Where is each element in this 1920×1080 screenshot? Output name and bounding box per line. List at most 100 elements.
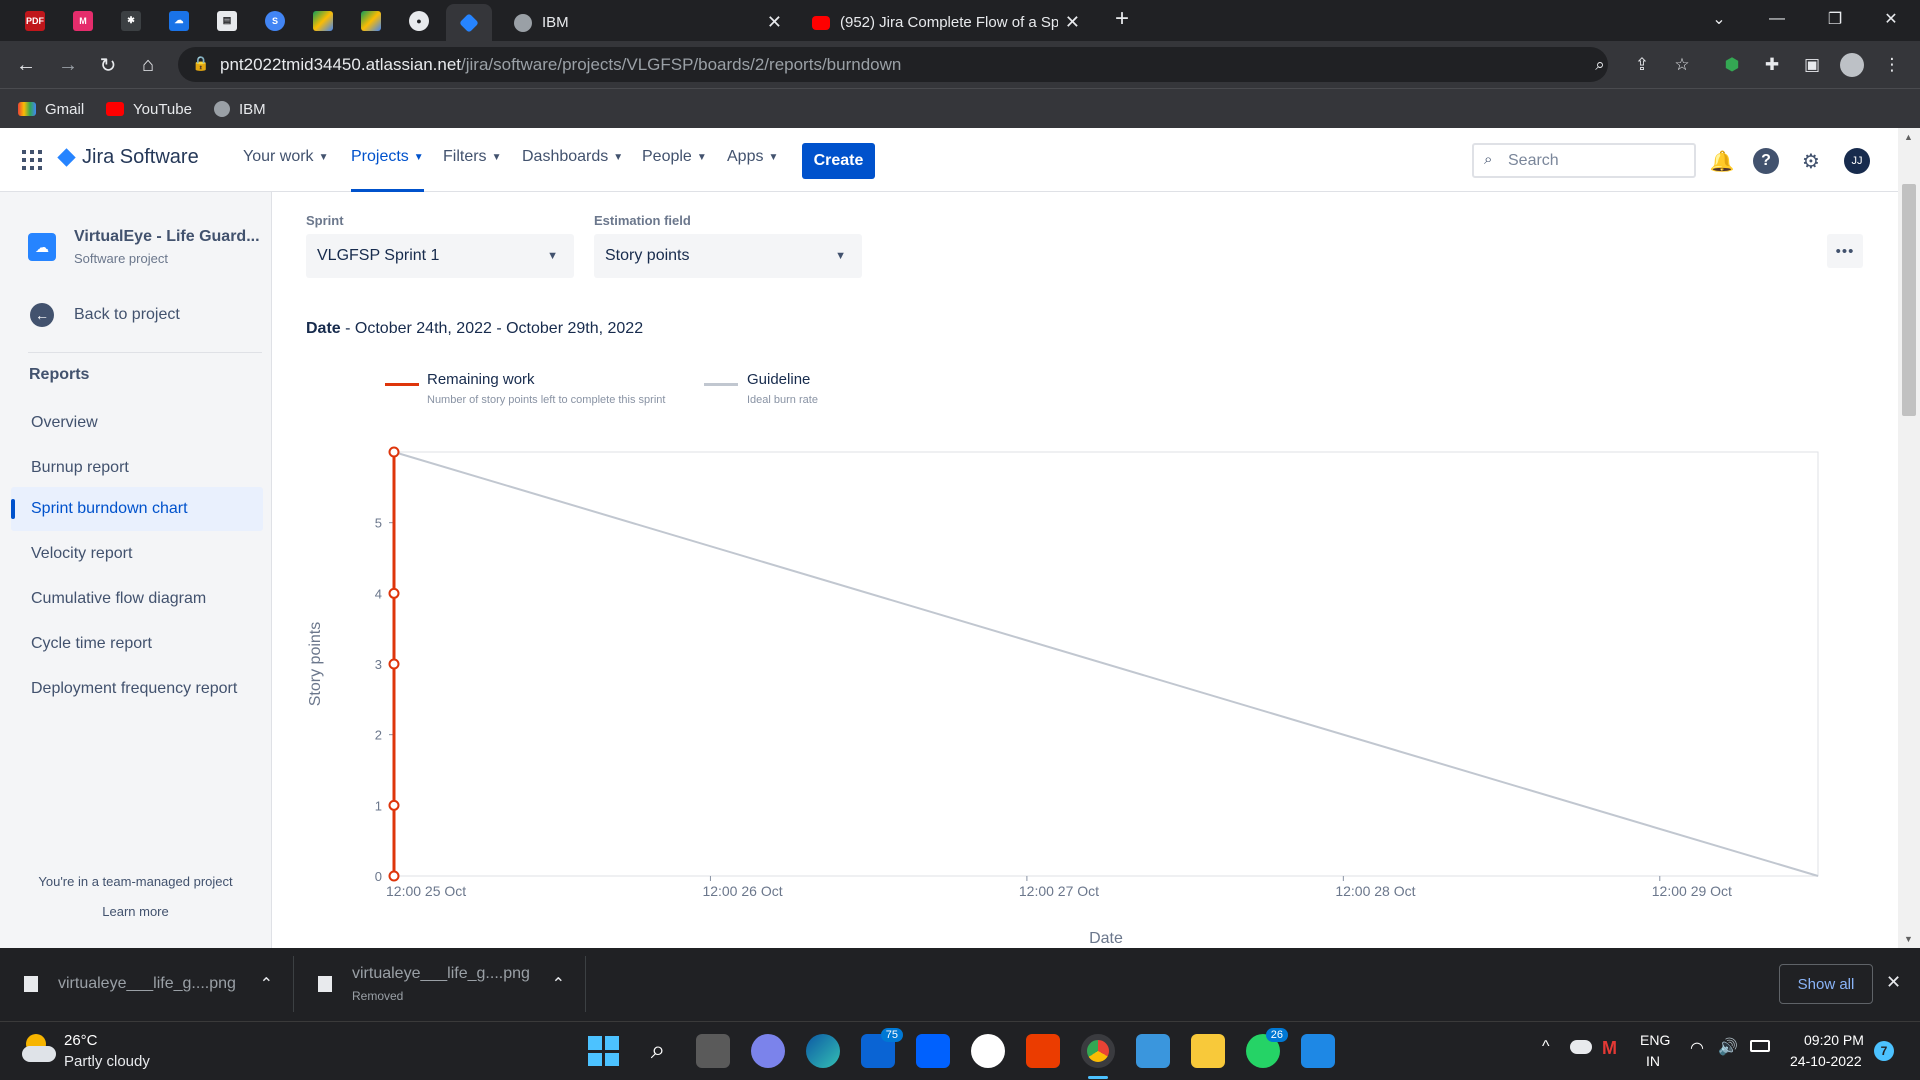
nav-people[interactable]: People ▼	[642, 148, 707, 166]
notification-count-badge[interactable]: 7	[1874, 1041, 1894, 1061]
create-button[interactable]: Create	[802, 143, 875, 179]
file-explorer-icon[interactable]	[1191, 1034, 1225, 1068]
whatsapp-icon[interactable]: 26	[1246, 1028, 1288, 1068]
side-panel-icon[interactable]: ▣	[1800, 53, 1824, 77]
pinned-tab-pdf[interactable]: PDF	[12, 4, 58, 37]
task-view-icon[interactable]	[696, 1034, 730, 1068]
sprint-select[interactable]: VLGFSP Sprint 1 ▼	[306, 234, 574, 278]
scroll-up-icon[interactable]: ▲	[1904, 132, 1913, 142]
more-actions-button[interactable]: •••	[1827, 234, 1863, 268]
show-all-downloads-button[interactable]: Show all	[1779, 964, 1873, 1004]
close-icon[interactable]: ✕	[1886, 972, 1901, 993]
pinned-tab-drive[interactable]	[300, 4, 346, 37]
learn-more-link[interactable]: Learn more	[0, 904, 271, 919]
language-secondary[interactable]: IN	[1646, 1053, 1660, 1069]
pinned-tab-github[interactable]: ●	[396, 4, 442, 37]
sidebar-item-burnup-report[interactable]: Burnup report	[11, 446, 263, 490]
url-field[interactable]: 🔒 pnt2022tmid34450.atlassian.net/jira/so…	[178, 47, 1608, 82]
jira-logo[interactable]: Jira Software	[57, 146, 199, 169]
back-to-project-link[interactable]: ← Back to project	[30, 303, 180, 327]
app-circle-icon[interactable]	[971, 1034, 1005, 1068]
jira-icon	[459, 12, 479, 33]
pinned-tab-s[interactable]: S	[252, 4, 298, 37]
menu-kebab-icon[interactable]: ⋮	[1880, 53, 1904, 77]
back-icon[interactable]: ←	[12, 51, 40, 79]
photos-icon[interactable]	[1301, 1034, 1335, 1068]
nav-filters[interactable]: Filters ▼	[443, 148, 501, 166]
volume-icon[interactable]: 🔊	[1718, 1037, 1738, 1057]
close-icon[interactable]: ✕	[1065, 12, 1080, 33]
project-name[interactable]: VirtualEye - Life Guard...	[74, 228, 260, 246]
chevron-up-icon[interactable]: ⌃	[260, 974, 273, 994]
scroll-down-icon[interactable]: ▼	[1904, 934, 1913, 944]
search-icon[interactable]: ⌕	[641, 1034, 675, 1068]
pinned-tab-drive-2[interactable]	[348, 4, 394, 37]
language-primary[interactable]: ENG	[1640, 1032, 1670, 1048]
notifications-icon[interactable]: 🔔	[1709, 148, 1735, 174]
chevron-up-icon[interactable]: ⌃	[552, 974, 565, 994]
pinned-tab-app[interactable]: ✱	[108, 4, 154, 37]
onedrive-icon[interactable]	[1570, 1040, 1592, 1054]
android-extension-icon[interactable]: ⬢	[1720, 53, 1744, 77]
weather-desc: Partly cloudy	[64, 1053, 150, 1070]
settings-gear-icon[interactable]: ⚙	[1798, 148, 1824, 174]
pinned-tab-cloud[interactable]: ☁	[156, 4, 202, 37]
sidebar-item-cumulative-flow-diagram[interactable]: Cumulative flow diagram	[11, 577, 263, 621]
extensions-icon[interactable]: ✚	[1760, 53, 1784, 77]
clock-date[interactable]: 24-10-2022	[1790, 1053, 1862, 1069]
reload-icon[interactable]: ↻	[94, 51, 122, 79]
help-icon[interactable]: ?	[1753, 148, 1779, 174]
teams-chat-icon[interactable]	[751, 1034, 785, 1068]
bookmark-gmail[interactable]: Gmail	[18, 97, 84, 121]
close-icon[interactable]: ✕	[767, 12, 782, 33]
profile-avatar[interactable]	[1840, 53, 1864, 77]
sidebar-item-deployment-frequency-report[interactable]: Deployment frequency report	[11, 667, 263, 711]
chrome-icon[interactable]	[1081, 1034, 1115, 1068]
bookmark-star-icon[interactable]: ☆	[1670, 53, 1694, 77]
nav-your-work[interactable]: Your work ▼	[243, 148, 328, 166]
mail-icon[interactable]: 75	[861, 1028, 903, 1068]
sidebar-item-cycle-time-report[interactable]: Cycle time report	[11, 622, 263, 666]
close-window-button[interactable]: ✕	[1862, 0, 1920, 38]
edge-browser-icon[interactable]	[806, 1034, 840, 1068]
app-switcher-icon[interactable]	[22, 150, 42, 170]
minimize-button[interactable]: —	[1748, 0, 1806, 38]
user-avatar[interactable]: JJ	[1844, 148, 1870, 174]
download-item[interactable]: virtualeye___life_g....png ⌃	[24, 956, 294, 1012]
dropbox-icon[interactable]	[916, 1034, 950, 1068]
forward-icon[interactable]: →	[54, 51, 82, 79]
nav-apps[interactable]: Apps ▼	[727, 148, 778, 166]
office-icon[interactable]	[1026, 1034, 1060, 1068]
nav-dashboards[interactable]: Dashboards ▼	[522, 148, 623, 166]
scrollbar-thumb[interactable]	[1902, 184, 1916, 416]
weather-icon[interactable]	[22, 1034, 58, 1066]
pinned-tab-jira[interactable]	[446, 4, 492, 41]
bookmark-youtube[interactable]: YouTube	[106, 97, 192, 121]
search-input[interactable]: ⌕ Search	[1472, 143, 1696, 178]
home-icon[interactable]: ⌂	[134, 51, 162, 79]
notepad-icon[interactable]	[1136, 1034, 1170, 1068]
chevron-up-icon[interactable]: ^	[1542, 1038, 1550, 1056]
page-scrollbar[interactable]: ▲ ▼	[1898, 128, 1920, 948]
clock-time[interactable]: 09:20 PM	[1804, 1032, 1864, 1048]
restore-button[interactable]: ❐	[1806, 0, 1864, 38]
wifi-icon[interactable]: ◠	[1690, 1038, 1704, 1058]
start-windows-icon[interactable]	[586, 1034, 620, 1068]
download-item-removed[interactable]: virtualeye___life_g....png Removed ⌃	[318, 956, 586, 1012]
mcafee-icon[interactable]: M	[1602, 1038, 1617, 1059]
pinned-tab-m[interactable]: M	[60, 4, 106, 37]
tab-ibm[interactable]: IBM ✕	[502, 4, 794, 41]
estimation-field-select[interactable]: Story points ▼	[594, 234, 862, 278]
battery-icon[interactable]	[1750, 1040, 1770, 1052]
bookmark-ibm[interactable]: IBM	[214, 97, 266, 121]
share-icon[interactable]: ⇪	[1630, 53, 1654, 77]
new-tab-button[interactable]: +	[1096, 0, 1148, 38]
sidebar-item-overview[interactable]: Overview	[11, 401, 263, 445]
zoom-icon[interactable]: ⌕	[1588, 53, 1612, 77]
sidebar-item-velocity-report[interactable]: Velocity report	[11, 532, 263, 576]
pinned-tab-doc[interactable]: ▤	[204, 4, 250, 37]
sidebar-item-sprint-burndown-chart[interactable]: Sprint burndown chart	[11, 487, 263, 531]
tab-youtube[interactable]: (952) Jira Complete Flow of a Spr ✕	[800, 4, 1092, 41]
nav-projects[interactable]: Projects ▼	[351, 148, 424, 192]
tab-search-icon[interactable]: ⌄	[1690, 0, 1748, 38]
